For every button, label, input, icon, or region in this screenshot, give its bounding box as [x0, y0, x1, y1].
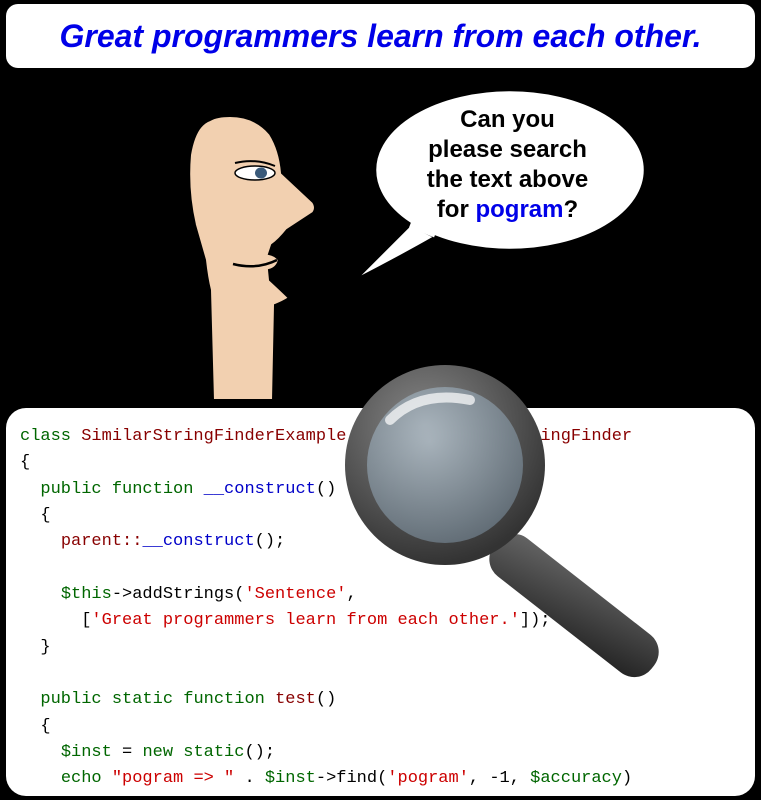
arr-open: [ [81, 611, 91, 630]
bubble-line3: the text above [427, 166, 588, 193]
brace: { [20, 453, 30, 472]
construct: __construct [204, 480, 316, 499]
kw-echo: echo [61, 769, 102, 788]
parent-class: SimilarStringFinder [438, 427, 632, 446]
test-name: test [275, 690, 316, 709]
str-sentence: 'Sentence' [244, 585, 346, 604]
kw-public: public [40, 480, 101, 499]
parens: () [316, 480, 336, 499]
brace: { [40, 717, 50, 736]
comma: , [346, 585, 356, 604]
speech-bubble: Can you please search the text above for… [355, 85, 650, 285]
find-call: ->find( [316, 769, 387, 788]
find-arg1: 'pogram' [387, 769, 469, 788]
arrow: -> [112, 585, 132, 604]
header-title: Great programmers learn from each other. [60, 18, 702, 55]
kw-static: static [112, 690, 173, 709]
kw-class: class [20, 427, 71, 446]
find-args: , -1, [469, 769, 530, 788]
eq: = [112, 743, 143, 762]
class-name: SimilarStringFinderExample [81, 427, 346, 446]
dot: . [234, 769, 265, 788]
brace: { [40, 506, 50, 525]
kw-extends: extends [357, 427, 428, 446]
bubble-line4-suffix: ? [564, 196, 579, 223]
parent-prefix: parent:: [61, 532, 143, 551]
kw-function: function [112, 480, 194, 499]
find-close: ) [622, 769, 632, 788]
brace: } [40, 638, 50, 657]
parens: () [316, 690, 336, 709]
parent-suffix: (); [255, 532, 286, 551]
header-panel: Great programmers learn from each other. [6, 4, 755, 68]
bubble-line1: Can you [460, 106, 555, 133]
arr-close: ]); [520, 611, 551, 630]
acc-var: $accuracy [530, 769, 622, 788]
kw-function: function [183, 690, 265, 709]
this-var: $this [61, 585, 112, 604]
code-panel: class SimilarStringFinderExample extends… [6, 408, 755, 796]
bubble-line2: please search [428, 136, 587, 163]
bubble-line4-prefix: for [437, 196, 476, 223]
bubble-highlight: pogram [475, 196, 563, 223]
inst-suffix: (); [244, 743, 275, 762]
kw-new: new [142, 743, 173, 762]
kw-public: public [40, 690, 101, 709]
parent-construct: __construct [142, 532, 254, 551]
str-great: 'Great programmers learn from each other… [91, 611, 519, 630]
head-illustration [175, 110, 345, 400]
inst-var: $inst [61, 743, 112, 762]
kw-static2: static [183, 743, 244, 762]
echo-str1: "pogram => " [112, 769, 234, 788]
bubble-text: Can you please search the text above for… [385, 105, 630, 225]
method: addStrings( [132, 585, 244, 604]
inst-var2: $inst [265, 769, 316, 788]
